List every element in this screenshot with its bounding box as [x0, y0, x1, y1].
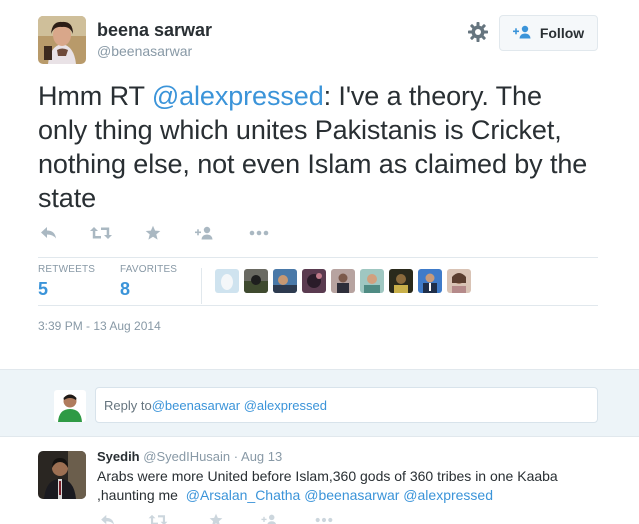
gear-icon[interactable]: [466, 20, 490, 44]
favoriters-avatars: [215, 269, 471, 293]
author-handle[interactable]: @beenasarwar: [97, 43, 192, 59]
favorites-label: FAVORITES: [120, 264, 178, 275]
favoriter-avatar[interactable]: [360, 269, 384, 293]
follow-label: Follow: [539, 25, 585, 41]
reply-mention-link[interactable]: @Arsalan_Chatha: [186, 487, 301, 503]
favoriter-avatar[interactable]: [389, 269, 413, 293]
stats-divider-top: [38, 257, 598, 258]
author-avatar[interactable]: [38, 16, 86, 64]
reply-mention-link[interactable]: @beenasarwar: [304, 487, 399, 503]
follow-button[interactable]: Follow: [499, 15, 598, 51]
reply-time[interactable]: Aug 13: [241, 449, 282, 464]
reply-prefix: Reply to: [104, 397, 152, 413]
reply-text-line2: ,haunting me: [97, 487, 186, 503]
reply-area: Reply to @beenasarwar @alexpressed: [0, 369, 639, 437]
reply-text-line1: Arabs were more United before Islam,360 …: [97, 468, 558, 484]
favoriter-avatar[interactable]: [302, 269, 326, 293]
stats-divider-bottom: [38, 305, 598, 306]
favoriter-avatar[interactable]: [215, 269, 239, 293]
reply-icon[interactable]: [38, 222, 60, 244]
favoriter-avatar[interactable]: [447, 269, 471, 293]
more-icon[interactable]: [248, 222, 270, 244]
reply-icon[interactable]: [97, 512, 119, 524]
follow-user-icon[interactable]: [194, 222, 216, 244]
reply-author-handle[interactable]: @SyedIHusain: [143, 449, 230, 464]
reply-text: Arabs were more United before Islam,360 …: [97, 467, 597, 505]
reply-input[interactable]: Reply to @beenasarwar @alexpressed: [95, 387, 598, 423]
retweets-count[interactable]: 5: [38, 279, 48, 300]
favorites-count[interactable]: 8: [120, 279, 130, 300]
favorite-icon[interactable]: [142, 222, 164, 244]
reply-mention: @alexpressed: [243, 397, 327, 413]
tweet-text: Hmm RT @alexpressed: I've a theory. The …: [38, 79, 598, 215]
follow-person-icon: [512, 25, 533, 42]
tweet-text-prefix: Hmm RT: [38, 81, 152, 111]
favoriter-avatar[interactable]: [418, 269, 442, 293]
reply-header: Syedih @SyedIHusain · Aug 13: [97, 449, 282, 464]
favorite-icon[interactable]: [205, 512, 227, 524]
reply-mention-link[interactable]: @alexpressed: [403, 487, 493, 503]
reply-author-avatar[interactable]: [38, 451, 86, 499]
retweet-icon[interactable]: [90, 222, 112, 244]
reply-separator: ·: [233, 449, 239, 464]
tweet-mention-link[interactable]: @alexpressed: [152, 81, 324, 111]
follow-user-icon[interactable]: [259, 512, 281, 524]
tweet-timestamp[interactable]: 3:39 PM - 13 Aug 2014: [38, 319, 161, 333]
reply-mention: @beenasarwar: [151, 397, 241, 413]
retweet-icon[interactable]: [147, 512, 169, 524]
author-name[interactable]: beena sarwar: [97, 20, 212, 41]
reply-author-name[interactable]: Syedih: [97, 449, 140, 464]
favoriter-avatar[interactable]: [331, 269, 355, 293]
current-user-avatar: [54, 390, 86, 422]
favoriter-avatar[interactable]: [273, 269, 297, 293]
stats-separator: [201, 268, 202, 304]
more-icon[interactable]: [313, 512, 335, 524]
favoriter-avatar[interactable]: [244, 269, 268, 293]
retweets-label: RETWEETS: [38, 264, 96, 275]
